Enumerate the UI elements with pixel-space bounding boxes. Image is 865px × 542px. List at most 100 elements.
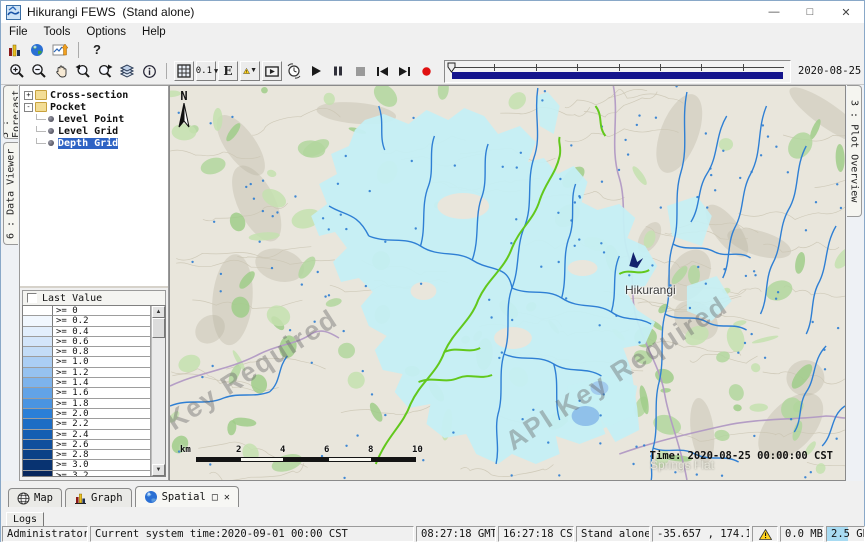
legend-row[interactable]: >= 1.4 (23, 378, 151, 388)
status-bar: Administrator Current system time:2020-0… (1, 525, 864, 542)
legend-row[interactable]: >= 1.2 (23, 368, 151, 378)
tab-graph[interactable]: Graph (65, 488, 132, 507)
logs-button[interactable]: Logs (6, 512, 44, 527)
legend-row[interactable]: >= 0.2 (23, 316, 151, 326)
legend-row[interactable]: >= 3.0 (23, 460, 151, 470)
contour-interval-dropdown[interactable]: 0.1 ▼ (196, 61, 216, 81)
tree-expander-icon[interactable]: - (24, 103, 33, 112)
legend-button[interactable]: E (218, 61, 238, 81)
warnings-dropdown[interactable]: ▼ (240, 61, 260, 81)
go-to-start-button[interactable] (372, 61, 392, 81)
legend-row[interactable]: >= 0.6 (23, 337, 151, 347)
legend-swatch (23, 388, 53, 398)
legend-row[interactable]: >= 3.2 (23, 471, 151, 477)
legend-scrollbar[interactable]: ▲ ▼ (151, 306, 165, 476)
legend-class-label: >= 0.2 (53, 316, 151, 326)
maximize-button[interactable]: □ (792, 1, 828, 23)
status-memory: 2.5 GB (826, 526, 865, 542)
tree-connector (36, 126, 46, 132)
map-canvas[interactable] (170, 86, 845, 480)
legend-row[interactable]: >= 1.0 (23, 357, 151, 367)
help-button[interactable]: ? (87, 40, 107, 60)
record-button[interactable] (416, 61, 436, 81)
scalebar-tick-label: 10 (412, 445, 423, 455)
legend-row[interactable]: >= 0.4 (23, 327, 151, 337)
pan-button[interactable] (51, 61, 71, 81)
north-indicator: N (178, 89, 190, 132)
menu-help[interactable]: Help (134, 24, 174, 41)
map-viewport[interactable]: N API Key Required API Key Required Hiku… (169, 85, 846, 481)
tab-plot-overview[interactable]: 3 : Plot Overview (847, 85, 862, 217)
time-slider[interactable] (444, 60, 791, 83)
tree-item-cross-section[interactable]: +Cross-section (23, 89, 168, 101)
legend-e-icon: E (223, 64, 232, 78)
animation-export-button[interactable] (262, 61, 282, 81)
globe-wireframe-icon (17, 492, 30, 505)
scalebar-segment (372, 457, 416, 462)
tree-item-level-point[interactable]: Level Point (23, 113, 168, 125)
tab-spatial[interactable]: Spatial □ ✕ (135, 486, 239, 507)
close-button[interactable]: ✕ (828, 1, 864, 23)
legend-class-label: >= 1.2 (53, 368, 151, 378)
legend-row[interactable]: >= 2.4 (23, 430, 151, 440)
legend-class-label: >= 2.0 (53, 409, 151, 419)
status-gmt-time: 08:27:18 GMT (416, 526, 496, 542)
grid-display-button[interactable] (174, 61, 194, 81)
scalebar-segment (328, 457, 372, 462)
status-user: Administrator (2, 526, 88, 542)
leaf-bullet-icon (48, 128, 54, 134)
toolbar-separator (166, 63, 167, 79)
tab-map-label: Map (34, 492, 53, 504)
tab-forecast[interactable]: 5 : Forecast (3, 85, 18, 139)
legend-class-label: >= 0.8 (53, 347, 151, 357)
menu-options[interactable]: Options (78, 24, 134, 41)
info-button[interactable] (139, 61, 159, 81)
layers-button[interactable] (117, 61, 137, 81)
timeseries-dialog-button[interactable] (50, 40, 70, 60)
legend-row[interactable]: >= 2.0 (23, 409, 151, 419)
legend-row[interactable]: >= 2.6 (23, 440, 151, 450)
zoom-in-button[interactable] (7, 61, 27, 81)
place-label-hikurangi: Hikurangi (625, 283, 676, 297)
scrollbar-thumb[interactable] (152, 318, 165, 338)
tree-item-depth-grid[interactable]: Depth Grid (23, 137, 168, 149)
pause-button[interactable] (328, 61, 348, 81)
tab-graph-label: Graph (91, 492, 123, 504)
menu-file[interactable]: File (1, 24, 36, 41)
stop-button[interactable] (350, 61, 370, 81)
minimize-button[interactable]: — (756, 1, 792, 23)
scroll-up-icon[interactable]: ▲ (152, 306, 165, 318)
scalebar-tick-label: 6 (324, 445, 329, 455)
map-display-button[interactable] (27, 40, 47, 60)
tab-map[interactable]: Map (8, 488, 62, 507)
tree-item-pocket[interactable]: -Pocket (23, 101, 168, 113)
tree-item-label: Level Point (58, 114, 124, 125)
scalebar-segment (240, 457, 284, 462)
menu-tools[interactable]: Tools (36, 24, 79, 41)
last-value-checkbox[interactable] (27, 293, 37, 303)
status-coordinates: -35.657 , 174.199 (652, 526, 750, 542)
tab-close-icon[interactable]: ✕ (224, 492, 230, 503)
tree-item-level-grid[interactable]: Level Grid (23, 125, 168, 137)
legend-row[interactable]: >= 0 (23, 306, 151, 316)
status-warning-cell[interactable] (752, 526, 778, 542)
legend-row[interactable]: >= 2.8 (23, 450, 151, 460)
zoom-previous-button[interactable] (73, 61, 93, 81)
go-to-end-button[interactable] (394, 61, 414, 81)
legend-row[interactable]: >= 1.8 (23, 399, 151, 409)
zoom-next-button[interactable] (95, 61, 115, 81)
legend-class-label: >= 1.6 (53, 388, 151, 398)
tab-data-viewer[interactable]: 6 : Data Viewer (3, 142, 18, 245)
play-button[interactable] (306, 61, 326, 81)
legend-row[interactable]: >= 0.8 (23, 347, 151, 357)
zoom-out-button[interactable] (29, 61, 49, 81)
database-viewer-button[interactable] (4, 40, 24, 60)
scroll-down-icon[interactable]: ▼ (152, 464, 165, 476)
window-title: Hikurangi FEWS (Stand alone) (27, 5, 194, 19)
legend-row[interactable]: >= 1.6 (23, 388, 151, 398)
legend-row[interactable]: >= 2.2 (23, 419, 151, 429)
zoom-next-icon (97, 63, 113, 79)
animation-settings-button[interactable] (284, 61, 304, 81)
tree-expander-icon[interactable]: + (24, 91, 33, 100)
tab-maximize-icon[interactable]: □ (212, 492, 218, 503)
